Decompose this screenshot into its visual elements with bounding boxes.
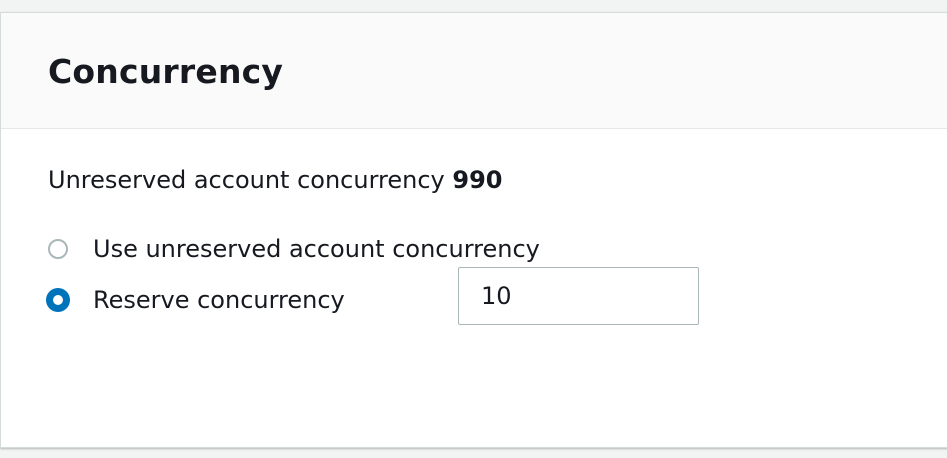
option-use-unreserved[interactable]: Use unreserved account concurrency (48, 232, 540, 266)
panel-header: Concurrency (1, 13, 947, 129)
unreserved-concurrency-info: Unreserved account concurrency 990 (48, 163, 503, 197)
option-reserve-concurrency[interactable]: Reserve concurrency (46, 283, 345, 317)
option-reserve-concurrency-label[interactable]: Reserve concurrency (93, 283, 345, 317)
unreserved-concurrency-value: 990 (452, 166, 503, 194)
reserve-concurrency-input[interactable] (458, 267, 699, 325)
option-use-unreserved-label[interactable]: Use unreserved account concurrency (93, 232, 540, 266)
panel-title: Concurrency (48, 52, 284, 91)
radio-checked-icon[interactable] (46, 288, 70, 312)
unreserved-concurrency-label: Unreserved account concurrency (48, 166, 445, 194)
concurrency-panel: Concurrency Unreserved account concurren… (0, 12, 947, 448)
radio-unchecked-icon[interactable] (48, 239, 68, 259)
